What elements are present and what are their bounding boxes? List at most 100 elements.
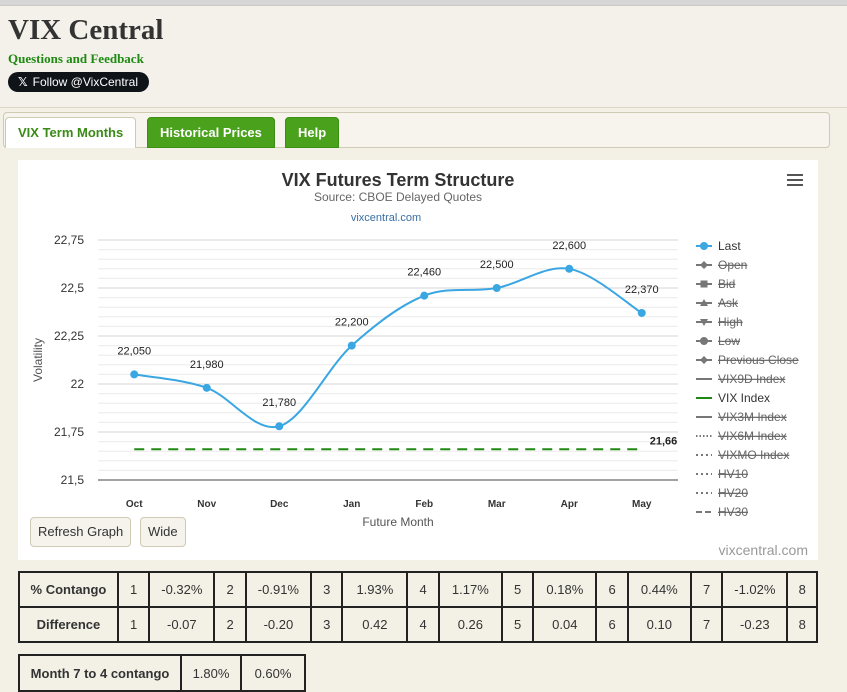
y-tick-label: 22,75 xyxy=(54,233,84,247)
contango-value: -0.91% xyxy=(244,571,313,608)
x-tick-label: Dec xyxy=(270,499,289,510)
contango-month-index: 8 xyxy=(786,606,818,643)
contango-month-index: 6 xyxy=(595,571,629,608)
legend-item-label[interactable]: VIX6M Index xyxy=(718,429,787,443)
y-tick-label: 22 xyxy=(71,377,85,391)
contango-value: -0.20 xyxy=(244,606,313,643)
y-tick-label: 21,75 xyxy=(54,425,84,439)
legend-item-label[interactable]: VIX3M Index xyxy=(718,410,787,424)
contango-value: 0.04 xyxy=(532,606,598,643)
legend-item-label[interactable]: Ask xyxy=(718,296,739,310)
last-data-label: 22,370 xyxy=(625,284,659,296)
last-data-point xyxy=(420,291,429,300)
chart-credit-small: vixcentral.com xyxy=(351,212,421,224)
month-7-to-4-label: Month 7 to 4 contango xyxy=(18,654,182,692)
y-tick-label: 22,5 xyxy=(61,281,85,295)
x-logo-icon: 𝕏 xyxy=(18,75,28,89)
vix-index-label: 21,66 xyxy=(650,435,678,447)
chart-credit-large: vixcentral.com xyxy=(718,542,808,558)
contango-value: 0.26 xyxy=(437,606,503,643)
last-data-point xyxy=(637,308,646,317)
tab-historical-prices[interactable]: Historical Prices xyxy=(147,117,275,148)
contango-month-index: 6 xyxy=(595,606,629,643)
x-tick-label: May xyxy=(632,499,652,510)
y-tick-label: 22,25 xyxy=(54,329,84,343)
y-tick-label: 21,5 xyxy=(61,473,85,487)
follow-button-label: Follow @VixCentral xyxy=(32,75,138,89)
x-tick-label: Oct xyxy=(126,499,143,510)
contango-value: 1.93% xyxy=(341,571,409,608)
last-data-point xyxy=(202,383,211,392)
contango-value: -1.02% xyxy=(721,571,789,608)
contango-table: % Contango 1 -0.32% 2 -0.91% 3 1.93% 4 1.17% 5 0.1… xyxy=(18,571,818,643)
chart-menu-icon[interactable] xyxy=(787,174,803,188)
y-axis-title: Volatility xyxy=(31,338,45,382)
contango-month-index: 1 xyxy=(116,606,151,643)
last-data-point xyxy=(275,422,284,431)
contango-month-index: 4 xyxy=(406,571,440,608)
contango-month-index: 2 xyxy=(213,571,247,608)
legend-item-label[interactable]: Bid xyxy=(718,277,735,291)
contango-month-index: 2 xyxy=(213,606,247,643)
legend-item-label[interactable]: Previous Close xyxy=(718,353,799,367)
legend-item-label[interactable]: Low xyxy=(718,334,740,348)
contango-value: 0.10 xyxy=(626,606,692,643)
last-data-point xyxy=(565,264,574,273)
last-data-label: 21,780 xyxy=(262,397,296,409)
contango-row: % Contango 1 -0.32% 2 -0.91% 3 1.93% 4 1.17% 5 0.1… xyxy=(18,571,818,608)
contango-month-index: 8 xyxy=(786,571,818,608)
chart-title: VIX Futures Term Structure xyxy=(282,170,515,190)
legend-item-label[interactable]: High xyxy=(718,315,743,329)
contango-month-index: 5 xyxy=(500,606,535,643)
chart-subtitle: Source: CBOE Delayed Quotes xyxy=(314,190,482,204)
x-tick-label: Apr xyxy=(561,499,578,510)
last-data-label: 22,500 xyxy=(480,259,514,271)
contango-value: 0.44% xyxy=(626,571,692,608)
last-data-point xyxy=(492,284,501,292)
x-tick-label: Nov xyxy=(197,499,216,510)
tab-help[interactable]: Help xyxy=(285,117,340,148)
term-structure-chart: VIX Futures Term StructureSource: CBOE D… xyxy=(31,170,799,529)
legend-marker xyxy=(700,337,708,345)
tab-bar: VIX Term Months Historical Prices Help xyxy=(3,112,830,148)
contango-month-index: 4 xyxy=(406,606,440,643)
month-7-to-4-table: Month 7 to 4 contango 1.80% 0.60% xyxy=(18,654,306,692)
legend-item-label[interactable]: Last xyxy=(718,239,741,253)
contango-value: -0.32% xyxy=(148,571,216,608)
legend-item-label[interactable]: VIX9D Index xyxy=(718,372,785,386)
legend-item-label[interactable]: HV10 xyxy=(718,467,748,481)
contango-month-index: 7 xyxy=(689,571,724,608)
follow-button[interactable]: 𝕏 Follow @VixCentral xyxy=(8,72,149,92)
legend-item-label[interactable]: HV30 xyxy=(718,505,748,519)
contango-value: 1.17% xyxy=(437,571,503,608)
contango-value: 0.18% xyxy=(532,571,598,608)
legend-item-label[interactable]: Open xyxy=(718,258,747,272)
last-data-point xyxy=(347,341,356,350)
contango-month-index: 1 xyxy=(116,571,151,608)
contango-row-label: % Contango xyxy=(18,571,119,608)
feedback-link[interactable]: Questions and Feedback xyxy=(8,51,144,67)
contango-month-index: 3 xyxy=(310,606,344,643)
month-7-to-4-value: 1.80% xyxy=(180,654,242,692)
tab-vix-term-months[interactable]: VIX Term Months xyxy=(5,117,137,148)
site-title: VIX Central xyxy=(8,14,164,46)
legend-item-label[interactable]: VIXMO Index xyxy=(718,448,789,462)
wide-button[interactable]: Wide xyxy=(140,517,186,547)
month-7-to-4-value: 0.60% xyxy=(240,654,306,692)
last-data-point xyxy=(130,370,139,379)
legend-marker xyxy=(700,261,708,269)
last-data-label: 22,200 xyxy=(335,317,369,329)
last-data-label: 22,600 xyxy=(552,240,586,252)
refresh-graph-button[interactable]: Refresh Graph xyxy=(30,517,132,547)
contango-value: -0.23 xyxy=(721,606,789,643)
last-data-label: 22,460 xyxy=(407,267,441,279)
site-header: VIX Central Questions and Feedback 𝕏 Fol… xyxy=(0,6,847,108)
legend-item-label[interactable]: HV20 xyxy=(718,486,748,500)
contango-row-label: Difference xyxy=(18,606,119,643)
legend-marker xyxy=(700,242,708,250)
legend-marker xyxy=(700,356,708,364)
contango-value: 0.42 xyxy=(341,606,409,643)
last-data-label: 21,980 xyxy=(190,359,224,371)
month-7-to-4-row: Month 7 to 4 contango 1.80% 0.60% xyxy=(18,654,306,692)
legend-item-label[interactable]: VIX Index xyxy=(718,391,770,405)
